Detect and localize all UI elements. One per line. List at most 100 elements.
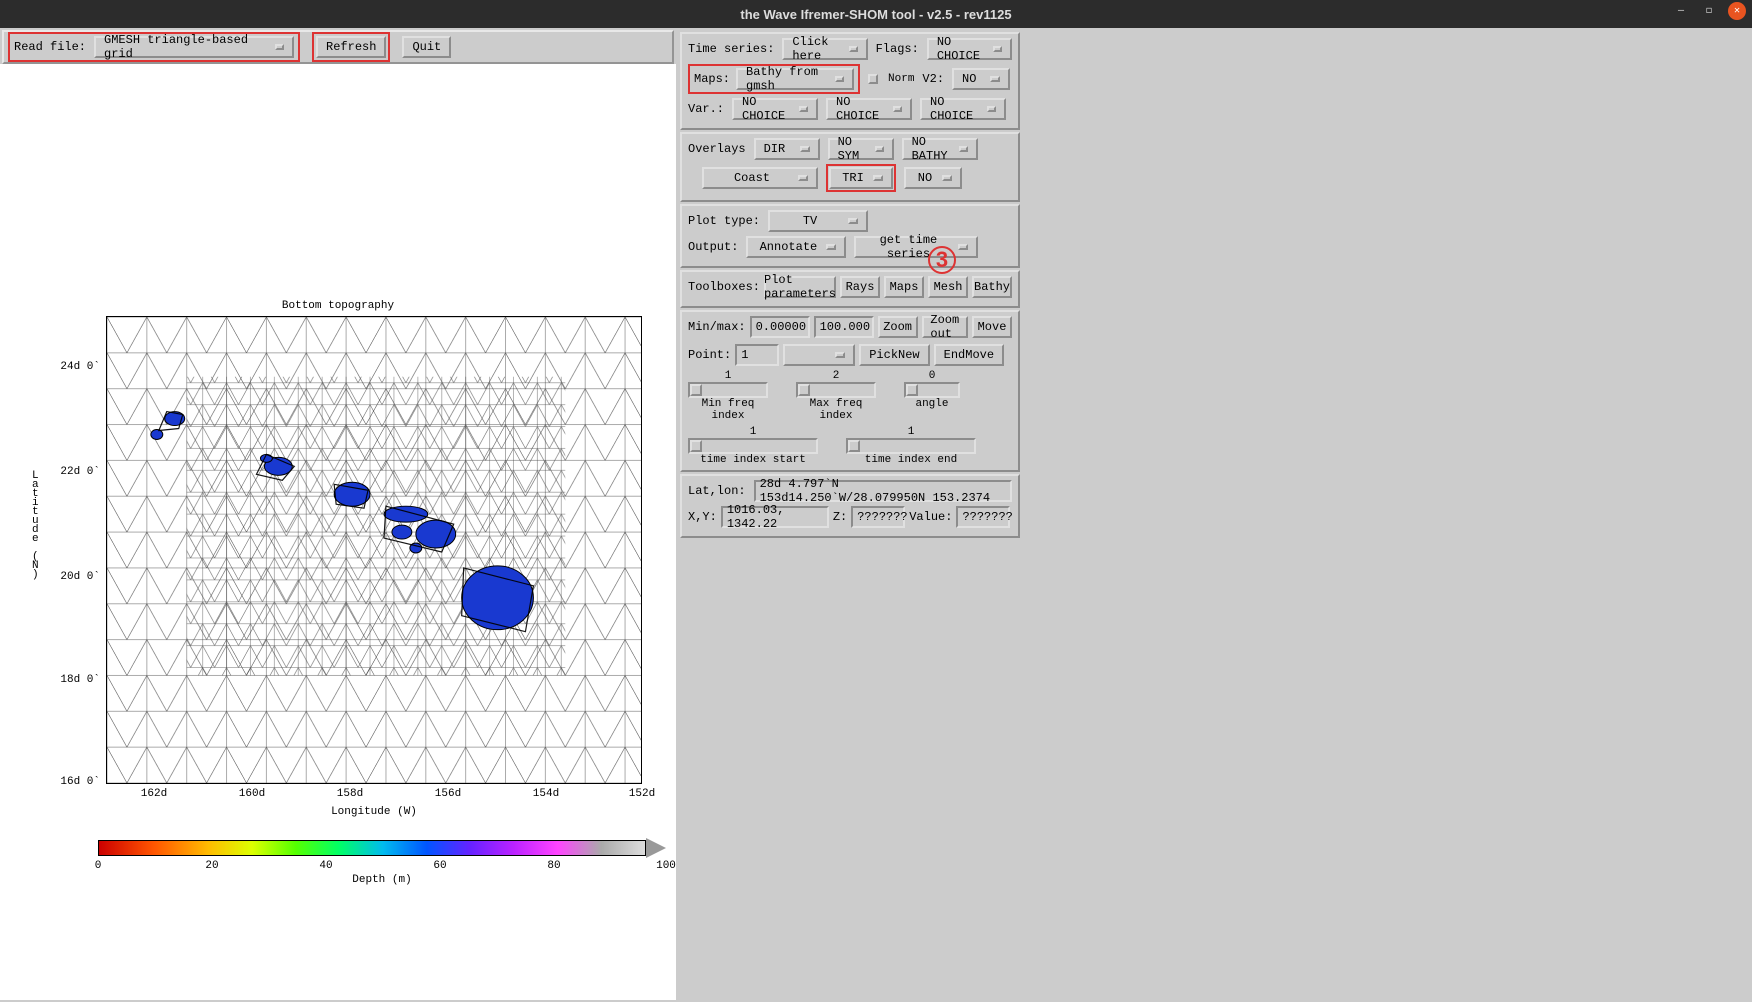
toolboxes-label: Toolboxes: <box>688 280 760 294</box>
plot-title: Bottom topography <box>0 300 676 312</box>
maps-label: Maps: <box>694 72 730 86</box>
toolbox-mesh-button[interactable]: Mesh <box>928 276 968 298</box>
chevron-down-icon <box>848 218 858 224</box>
chevron-down-icon <box>987 106 996 112</box>
norm-label: Norm <box>888 73 914 85</box>
chevron-down-icon <box>873 175 883 181</box>
y-axis-ticks: 24d 0` 22d 0` 20d 0` 18d 0` 16d 0` <box>44 316 102 784</box>
bathymetry-chart[interactable]: 1000 800 600 400 200 0 <box>106 316 642 784</box>
slider-angle-value: 0 <box>904 370 960 382</box>
output-label: Output: <box>688 240 738 254</box>
colorbar-label: Depth (m) <box>98 874 666 886</box>
maps-dropdown[interactable]: Bathy from gmsh <box>736 68 854 90</box>
time-start-label: time index start <box>688 454 818 466</box>
chevron-down-icon <box>826 244 836 250</box>
refresh-button[interactable]: Refresh <box>316 36 386 58</box>
norm-checkbox[interactable] <box>868 74 878 84</box>
min-freq-slider[interactable] <box>688 382 768 398</box>
overlay-dir-dropdown[interactable]: DIR <box>754 138 820 160</box>
chevron-down-icon <box>958 244 968 250</box>
slider-time-end-value: 1 <box>846 426 976 438</box>
var2-dropdown[interactable]: NO CHOICE <box>826 98 912 120</box>
minimize-icon[interactable]: — <box>1672 2 1690 20</box>
plot-type-dropdown[interactable]: TV <box>768 210 868 232</box>
slider-min-freq-value: 1 <box>688 370 768 382</box>
chevron-down-icon <box>835 352 845 358</box>
time-end-label: time index end <box>846 454 976 466</box>
read-file-label: Read file: <box>14 40 86 54</box>
slider-time-start-value: 1 <box>688 426 818 438</box>
minmax-label: Min/max: <box>688 320 746 334</box>
flags-label: Flags: <box>876 42 919 56</box>
toolbox-maps-button[interactable]: Maps <box>884 276 924 298</box>
value-label: Value: <box>909 510 952 524</box>
annotation-3: 3 <box>928 246 956 274</box>
point-input[interactable]: 1 <box>735 344 779 366</box>
overlay-nobathy-dropdown[interactable]: NO BATHY <box>902 138 978 160</box>
xy-label: X,Y: <box>688 510 717 524</box>
output-get-time-series-dropdown[interactable]: get time series <box>854 236 978 258</box>
v2-dropdown[interactable]: NO <box>952 68 1010 90</box>
zoom-out-button[interactable]: Zoom out <box>922 316 968 338</box>
angle-label: angle <box>904 398 960 410</box>
chevron-down-icon <box>800 146 810 152</box>
time-series-dropdown[interactable]: Click here <box>782 38 867 60</box>
toolbox-bathy-button[interactable]: Bathy <box>972 276 1012 298</box>
overlay-no-dropdown[interactable]: NO <box>904 167 962 189</box>
overlay-nosym-dropdown[interactable]: NO SYM <box>828 138 894 160</box>
chevron-down-icon <box>799 106 808 112</box>
var3-dropdown[interactable]: NO CHOICE <box>920 98 1006 120</box>
overlay-coast-dropdown[interactable]: Coast <box>702 167 818 189</box>
plot-type-label: Plot type: <box>688 214 760 228</box>
latlon-input[interactable]: 28d 4.797`N 153d14.250`W/28.079950N 153.… <box>754 480 1012 502</box>
time-start-slider[interactable] <box>688 438 818 454</box>
read-file-value: GMESH triangle-based grid <box>104 33 269 61</box>
max-freq-label: Max freq index <box>796 398 876 422</box>
chevron-down-icon <box>875 146 883 152</box>
endmove-button[interactable]: EndMove <box>934 344 1004 366</box>
time-series-label: Time series: <box>688 42 774 56</box>
colorbar <box>98 840 646 856</box>
z-input[interactable]: ??????? <box>851 506 905 528</box>
x-axis-ticks: 162d 160d 158d 156d 154d 152d <box>106 788 642 804</box>
value-input[interactable]: ??????? <box>956 506 1010 528</box>
min-freq-label: Min freq index <box>688 398 768 422</box>
chevron-down-icon <box>849 46 857 52</box>
toolbox-rays-button[interactable]: Rays <box>840 276 880 298</box>
xy-input[interactable]: 1016.03, 1342.22 <box>721 506 829 528</box>
max-input[interactable]: 100.000 <box>814 316 874 338</box>
chevron-down-icon <box>275 44 284 50</box>
colorbar-ticks: 0 20 40 60 80 100 <box>98 860 670 874</box>
angle-slider[interactable] <box>904 382 960 398</box>
chevron-down-icon <box>893 106 902 112</box>
latlon-label: Lat,lon: <box>688 484 746 498</box>
colorbar-arrow-icon <box>646 838 666 858</box>
maximize-icon[interactable]: ◻ <box>1700 2 1718 20</box>
time-end-slider[interactable] <box>846 438 976 454</box>
chevron-down-icon <box>798 175 808 181</box>
quit-button[interactable]: Quit <box>402 36 451 58</box>
var1-dropdown[interactable]: NO CHOICE <box>732 98 818 120</box>
picknew-button[interactable]: PickNew <box>859 344 929 366</box>
chevron-down-icon <box>990 76 1000 82</box>
chevron-down-icon <box>942 175 952 181</box>
v2-label: V2: <box>922 72 944 86</box>
point-blank-dropdown[interactable] <box>783 344 855 366</box>
flags-dropdown[interactable]: NO CHOICE <box>927 38 1012 60</box>
chevron-down-icon <box>959 146 967 152</box>
z-label: Z: <box>833 510 847 524</box>
chevron-down-icon <box>993 46 1002 52</box>
move-button[interactable]: Move <box>972 316 1012 338</box>
max-freq-slider[interactable] <box>796 382 876 398</box>
close-icon[interactable]: ✕ <box>1728 2 1746 20</box>
min-input[interactable]: 0.00000 <box>750 316 810 338</box>
window-title: the Wave Ifremer-SHOM tool - v2.5 - rev1… <box>740 7 1011 22</box>
output-annotate-dropdown[interactable]: Annotate <box>746 236 846 258</box>
point-label: Point: <box>688 348 731 362</box>
overlay-tri-dropdown[interactable]: TRI <box>829 167 893 189</box>
toolbox-plot-parameters-button[interactable]: Plot parameters <box>764 276 836 298</box>
var-label: Var.: <box>688 102 724 116</box>
zoom-button[interactable]: Zoom <box>878 316 918 338</box>
z-colorbar-ticks: 1000 800 600 400 200 0 <box>625 317 642 784</box>
read-file-dropdown[interactable]: GMESH triangle-based grid <box>94 36 294 58</box>
